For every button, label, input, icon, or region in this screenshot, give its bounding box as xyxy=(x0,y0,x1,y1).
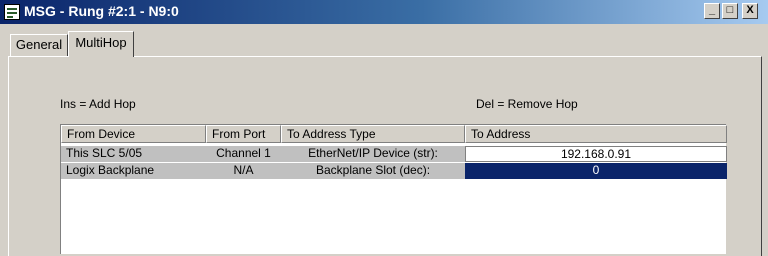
column-header-to-address[interactable]: To Address xyxy=(465,125,727,143)
tab-general[interactable]: General xyxy=(10,34,68,56)
remove-hop-hint: Del = Remove Hop xyxy=(476,97,578,111)
column-header-from-device[interactable]: From Device xyxy=(61,125,206,143)
title-bar[interactable]: MSG - Rung #2:1 - N9:0 _ □ X xyxy=(0,0,768,24)
row1-to-address-field[interactable]: 192.168.0.91 xyxy=(465,146,727,162)
ladder-logic-icon xyxy=(4,4,20,20)
minimize-button[interactable]: _ xyxy=(704,3,720,19)
column-header-from-port[interactable]: From Port xyxy=(206,125,281,143)
add-hop-hint: Ins = Add Hop xyxy=(60,97,136,111)
row2-from-device[interactable]: Logix Backplane xyxy=(61,163,206,179)
row2-to-address-type[interactable]: Backplane Slot (dec): xyxy=(281,163,465,179)
hop-table[interactable]: From Device From Port To Address Type To… xyxy=(60,124,727,254)
maximize-button[interactable]: □ xyxy=(722,3,738,19)
row2-from-port[interactable]: N/A xyxy=(206,163,281,179)
window-title: MSG - Rung #2:1 - N9:0 xyxy=(24,3,179,19)
tab-multihop[interactable]: MultiHop xyxy=(68,31,134,57)
row1-from-device[interactable]: This SLC 5/05 xyxy=(61,146,206,162)
column-header-to-address-type[interactable]: To Address Type xyxy=(281,125,465,143)
row1-to-address-type[interactable]: EtherNet/IP Device (str): xyxy=(281,146,465,162)
close-button[interactable]: X xyxy=(742,3,758,19)
row2-to-address-field[interactable]: 0 xyxy=(465,163,727,179)
row1-from-port[interactable]: Channel 1 xyxy=(206,146,281,162)
